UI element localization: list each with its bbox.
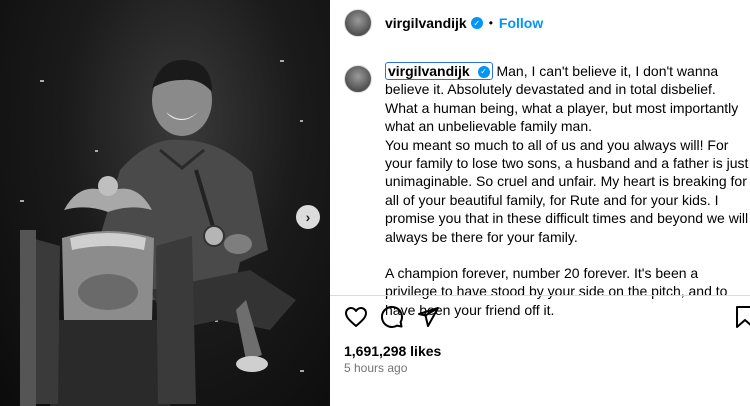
header-username[interactable]: virgilvandijk xyxy=(385,15,467,31)
chevron-right-icon: › xyxy=(305,209,311,225)
caption-line-2: What a human being, what a player, but m… xyxy=(385,99,739,135)
post-photo[interactable]: › xyxy=(0,0,330,406)
post-panel: virgilvandijk ✓ • Follow virgilvandijk ✓… xyxy=(330,0,750,406)
divider xyxy=(330,295,750,296)
send-icon[interactable] xyxy=(416,305,440,329)
likes-count[interactable]: 1,691,298 likes xyxy=(344,343,441,359)
comment-icon[interactable] xyxy=(380,305,404,329)
verified-badge-icon: ✓ xyxy=(470,17,483,29)
post-time[interactable]: 5 hours ago xyxy=(344,361,407,375)
avatar[interactable] xyxy=(344,9,372,37)
caption-line-3: You meant so much to all of us and you a… xyxy=(385,136,749,245)
bookmark-icon[interactable] xyxy=(734,305,750,329)
caption-username[interactable]: virgilvandijk ✓ xyxy=(385,62,493,80)
action-bar xyxy=(344,305,750,331)
heart-icon[interactable] xyxy=(344,305,368,329)
caption-text: virgilvandijk ✓ Man, I can't believe it,… xyxy=(385,62,750,319)
next-image-button[interactable]: › xyxy=(296,205,320,229)
post-header: virgilvandijk ✓ • Follow xyxy=(330,0,750,46)
post-caption: virgilvandijk ✓ Man, I can't believe it,… xyxy=(344,62,750,319)
caption-username-text[interactable]: virgilvandijk xyxy=(388,63,470,79)
separator-dot: • xyxy=(488,16,493,30)
caption-avatar[interactable] xyxy=(344,65,372,93)
verified-badge-icon: ✓ xyxy=(477,66,490,79)
follow-button[interactable]: Follow xyxy=(499,15,543,31)
photo-illustration xyxy=(20,59,304,406)
caption-gap xyxy=(385,246,750,264)
